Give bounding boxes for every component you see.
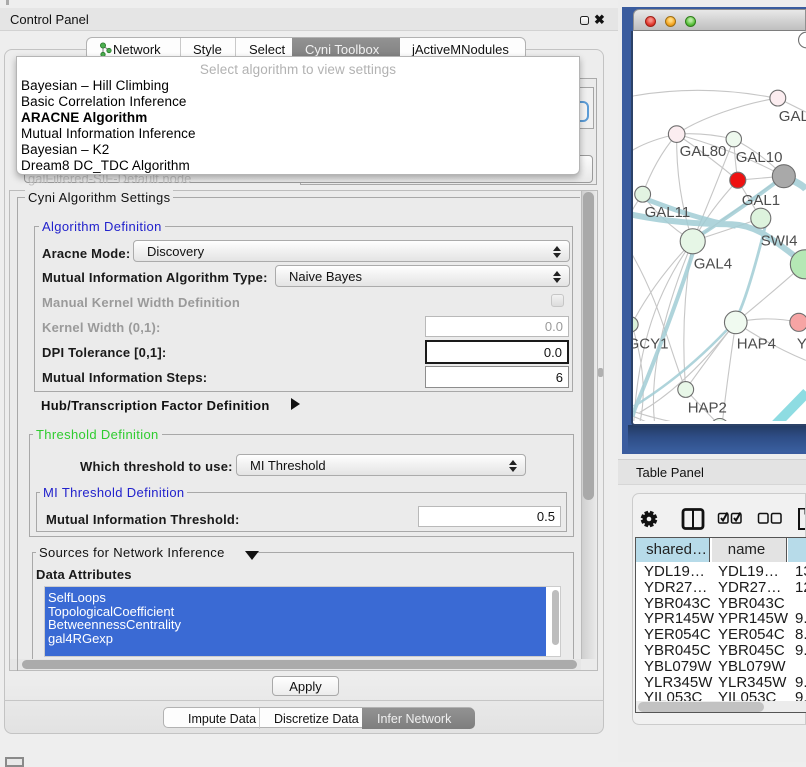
svg-text:GAL4: GAL4 <box>694 255 732 272</box>
svg-text:HAP4: HAP4 <box>737 335 776 352</box>
svg-text:GCY1: GCY1 <box>633 335 668 352</box>
svg-text:Y: Y <box>797 335 806 352</box>
svg-text:GAL: GAL <box>779 108 806 125</box>
svg-text:GAL11: GAL11 <box>645 204 691 221</box>
svg-text:SWI4: SWI4 <box>761 232 798 249</box>
svg-text:GAL1: GAL1 <box>742 192 780 209</box>
svg-text:GAL80: GAL80 <box>680 143 727 160</box>
svg-text:HAP2: HAP2 <box>688 399 727 416</box>
svg-text:GAL10: GAL10 <box>736 149 783 166</box>
